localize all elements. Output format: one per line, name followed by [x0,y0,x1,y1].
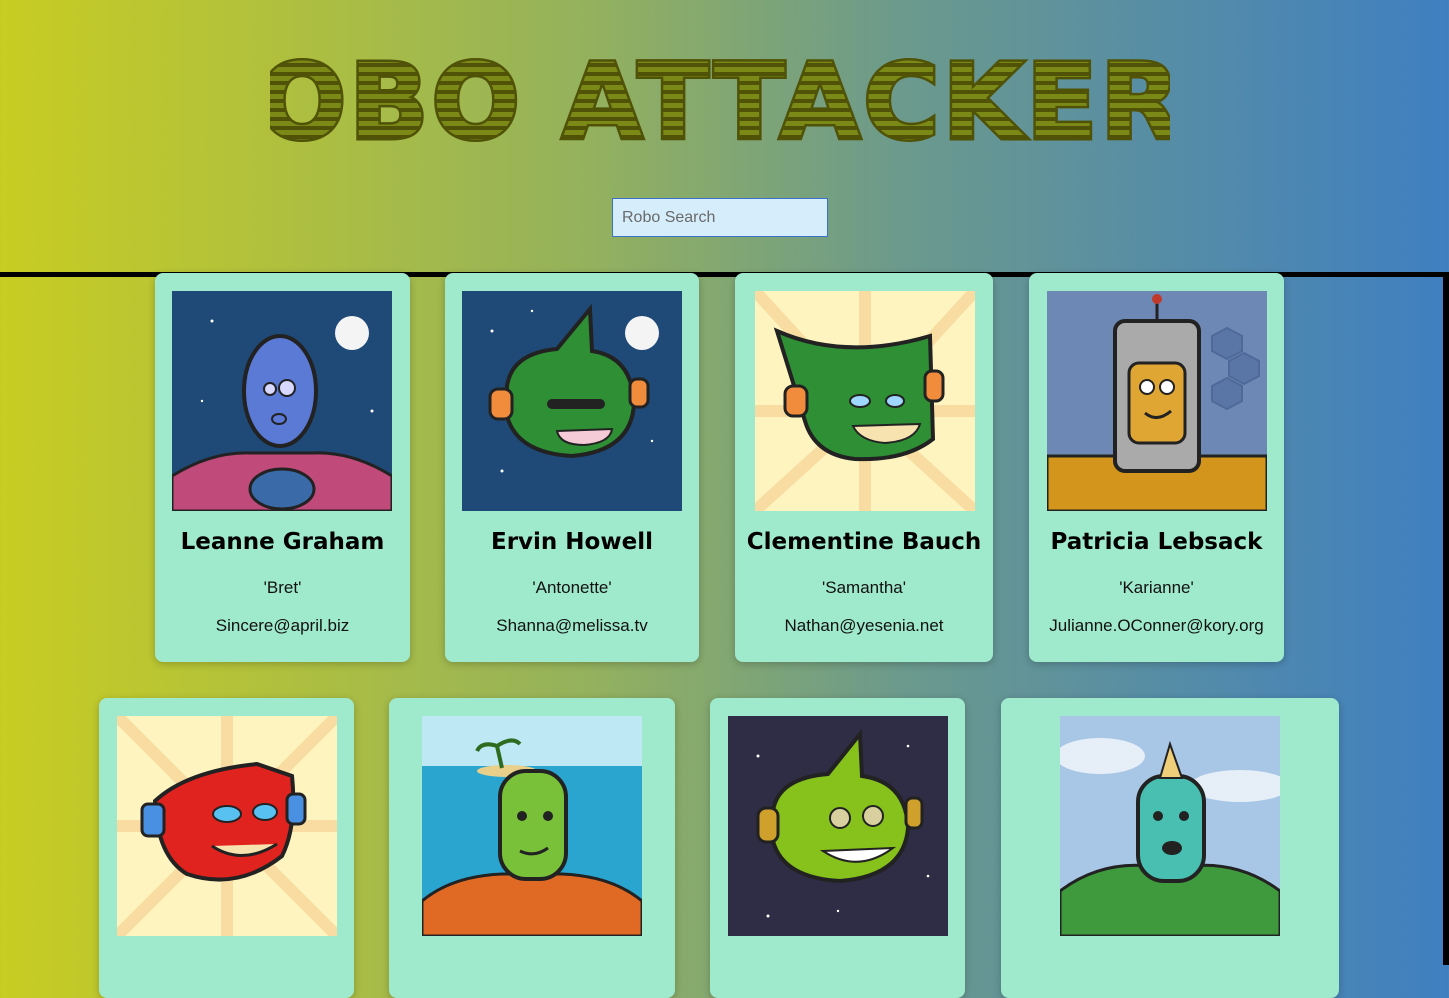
robot-username: 'Samantha' [822,578,906,597]
header: ROBO ATTACKERS [0,0,1449,273]
robot-username: 'Antonette' [532,578,612,597]
robot-avatar [728,716,948,936]
robot-card[interactable]: Leanne Graham 'Bret' Sincere@april.biz [155,273,410,662]
robot-name: Leanne Graham [180,529,385,555]
robot-card[interactable]: Patricia Lebsack 'Karianne' Julianne.OCo… [1029,273,1284,662]
robot-avatar [1060,716,1280,936]
robot-avatar [172,291,392,511]
robot-card[interactable] [1001,698,1339,998]
robot-name: Ervin Howell [491,529,653,555]
robot-card[interactable] [710,698,965,998]
robot-name: Patricia Lebsack [1050,529,1263,555]
robot-email: Sincere@april.biz [215,616,350,635]
robot-card[interactable]: Ervin Howell 'Antonette' Shanna@melissa.… [445,273,699,662]
page-title: ROBO ATTACKERS [270,40,1170,155]
robot-avatar [117,716,337,936]
robot-avatar [1047,291,1267,511]
robot-card[interactable] [389,698,675,998]
robot-email: Nathan@yesenia.net [784,616,944,635]
robot-avatar [462,291,682,511]
robot-avatar [755,291,975,511]
robot-card[interactable]: Clementine Bauch 'Samantha' Nathan@yesen… [735,273,993,662]
robot-email: Julianne.OConner@kory.org [1049,616,1264,635]
search-input[interactable] [612,198,828,237]
robot-card[interactable] [99,698,354,998]
robot-name: Clementine Bauch [746,529,982,555]
robot-avatar [422,716,642,936]
robot-username: 'Bret' [263,578,302,597]
scroll-border [1443,275,1449,965]
robot-email: Shanna@melissa.tv [496,616,648,635]
title-text: ROBO ATTACKERS [270,41,1170,155]
robot-username: 'Karianne' [1119,578,1194,597]
